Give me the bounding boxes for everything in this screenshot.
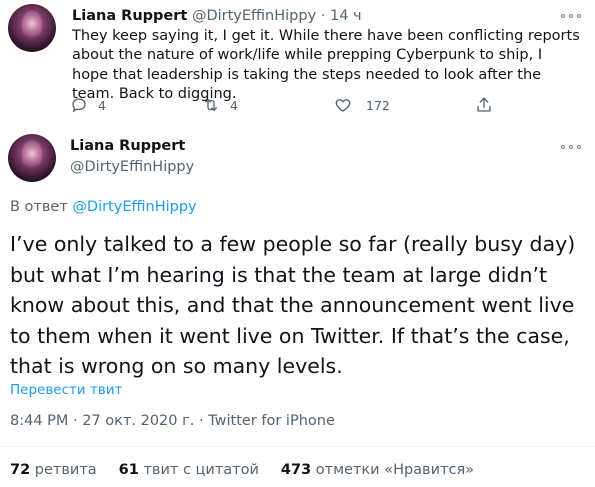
more-icon[interactable] xyxy=(561,143,581,151)
retweet-count: 4 xyxy=(230,97,238,113)
author-name[interactable]: Liana Ruppert xyxy=(70,138,185,154)
tweet-header: Liana Ruppert @DirtyEffinHippy · 14 ч xyxy=(72,8,362,24)
retweets-count: 72 xyxy=(10,462,31,478)
avatar[interactable] xyxy=(8,4,56,52)
avatar[interactable] xyxy=(8,134,56,182)
tweet-meta[interactable]: 8:44 PM · 27 окт. 2020 г. · Twitter for … xyxy=(10,413,335,429)
author-handle[interactable]: @DirtyEffinHippy xyxy=(70,159,194,175)
retweets-stat[interactable]: 72 ретвита xyxy=(10,462,97,478)
retweet-icon xyxy=(205,99,217,111)
more-icon[interactable] xyxy=(561,12,581,20)
likes-label: отметки «Нравится» xyxy=(315,462,475,478)
engagement-stats: 72 ретвита 61 твит с цитатой 473 отметки… xyxy=(10,462,496,478)
reply-count: 4 xyxy=(98,97,106,113)
divider xyxy=(0,446,595,447)
main-tweet-text: I’ve only talked to a few people so far … xyxy=(10,232,576,379)
like-button[interactable]: 172 xyxy=(334,94,390,116)
quotes-stat[interactable]: 61 твит с цитатой xyxy=(119,462,259,478)
reply-prefix: В ответ xyxy=(10,199,68,215)
likes-count: 473 xyxy=(280,462,312,478)
share-button[interactable] xyxy=(475,94,493,116)
author-name[interactable]: Liana Ruppert xyxy=(72,8,187,24)
quotes-label: твит с цитатой xyxy=(143,462,259,478)
share-icon xyxy=(477,97,491,112)
author-handle[interactable]: @DirtyEffinHippy xyxy=(192,8,316,24)
quotes-count: 61 xyxy=(118,462,139,478)
separator: · xyxy=(320,8,326,24)
heart-icon xyxy=(335,99,351,112)
reply-handle-link[interactable]: @DirtyEffinHippy xyxy=(72,199,196,215)
likes-stat[interactable]: 473 отметки «Нравится» xyxy=(281,462,474,478)
retweet-button[interactable]: 4 xyxy=(202,94,238,116)
reply-icon xyxy=(72,98,86,113)
tweet-text: They keep saying it, I get it. While the… xyxy=(72,28,580,103)
translate-link[interactable]: Перевести твит xyxy=(10,382,122,398)
tweet-time[interactable]: 14 ч xyxy=(330,8,362,24)
like-count: 172 xyxy=(366,97,390,113)
reply-context: В ответ @DirtyEffinHippy xyxy=(10,199,197,215)
reply-button[interactable]: 4 xyxy=(70,94,106,116)
retweets-label: ретвита xyxy=(34,462,97,478)
